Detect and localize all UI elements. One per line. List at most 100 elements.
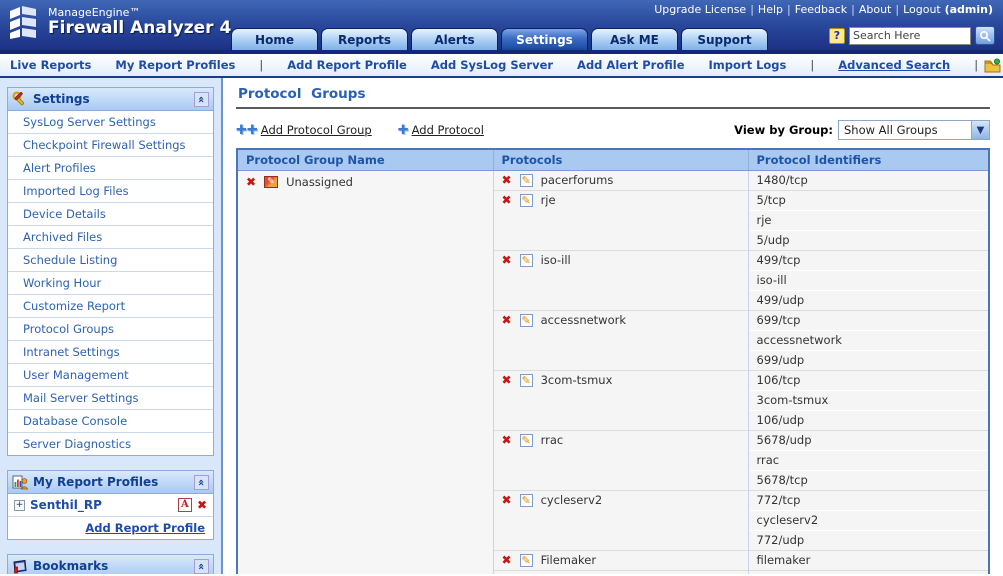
tab-reports[interactable]: Reports <box>321 28 408 50</box>
delete-protocol-icon[interactable]: ✖ <box>502 174 512 186</box>
subnav-add-report-profile[interactable]: Add Report Profile <box>287 58 407 72</box>
sidebar-item-mail-server-settings[interactable]: Mail Server Settings <box>8 386 213 409</box>
delete-protocol-icon[interactable]: ✖ <box>502 194 512 206</box>
sidebar-item-customize-report[interactable]: Customize Report <box>8 294 213 317</box>
sidebar-item-checkpoint-firewall-settings[interactable]: Checkpoint Firewall Settings <box>8 133 213 156</box>
delete-protocol-icon[interactable]: ✖ <box>502 374 512 386</box>
protocol-identifier: 106/udp <box>757 413 805 427</box>
mail-folder-icon[interactable] <box>984 58 1002 73</box>
delete-protocol-icon[interactable]: ✖ <box>502 554 512 566</box>
collapse-report-profiles-button[interactable]: « <box>194 475 209 490</box>
col-protocols: Protocols <box>493 150 748 171</box>
sidebar-item-user-management[interactable]: User Management <box>8 363 213 386</box>
double-plus-icon: ✚✚ <box>236 124 258 137</box>
protocol-cell: ✖✎accessnetwork <box>493 311 748 371</box>
protocol-identifier: 1480/tcp <box>757 173 808 187</box>
add-protocol-group-button[interactable]: ✚✚ Add Protocol Group <box>236 123 372 137</box>
delete-group-icon[interactable]: ✖ <box>246 176 256 188</box>
delete-protocol-icon[interactable]: ✖ <box>502 314 512 326</box>
protocol-identifier: 499/tcp <box>757 253 801 267</box>
header-link-logout[interactable]: Logout <box>903 3 941 16</box>
tab-support[interactable]: Support <box>681 28 768 50</box>
header-link-about[interactable]: About <box>859 3 892 16</box>
edit-protocol-icon[interactable]: ✎ <box>520 574 533 575</box>
subnav-add-alert-profile[interactable]: Add Alert Profile <box>577 58 684 72</box>
bookmarks-panel-header: Bookmarks « <box>8 555 213 574</box>
firewall-analyzer-page: ManageEngine™ Firewall Analyzer 4 Upgrad… <box>0 0 1003 574</box>
edit-group-icon[interactable]: ✎ <box>264 176 278 188</box>
header-link-help[interactable]: Help <box>758 3 783 16</box>
protocol-cell: ✖✎3com-tsmux <box>493 371 748 431</box>
sidebar-item-archived-files[interactable]: Archived Files <box>8 225 213 248</box>
subnav-add-syslog-server[interactable]: Add SysLog Server <box>431 58 553 72</box>
protocol-identifier-cell: 5/tcp <box>748 191 988 211</box>
tab-settings[interactable]: Settings <box>501 28 588 50</box>
collapse-bookmarks-button[interactable]: « <box>194 559 209 574</box>
header-link-feedback[interactable]: Feedback <box>795 3 847 16</box>
tab-alerts[interactable]: Alerts <box>411 28 498 50</box>
delete-protocol-icon[interactable]: ✖ <box>502 434 512 446</box>
delete-profile-icon[interactable]: ✖ <box>197 499 207 511</box>
search-input[interactable] <box>849 27 971 45</box>
settings-panel-header: Settings « <box>8 88 213 111</box>
subnav-live-reports[interactable]: Live Reports <box>10 58 91 72</box>
protocol-identifier-cell: accessnetwork <box>748 331 988 351</box>
pdf-icon[interactable] <box>178 498 192 512</box>
edit-protocol-icon[interactable]: ✎ <box>520 494 533 507</box>
subnav-import-logs[interactable]: Import Logs <box>709 58 787 72</box>
toolbar: ✚✚ Add Protocol Group ✚ Add Protocol Vie… <box>236 119 990 141</box>
sidebar-item-server-diagnostics[interactable]: Server Diagnostics <box>8 432 213 455</box>
sidebar-item-database-console[interactable]: Database Console <box>8 409 213 432</box>
settings-tools-icon <box>12 91 28 107</box>
delete-protocol-icon[interactable]: ✖ <box>502 254 512 266</box>
edit-protocol-icon[interactable]: ✎ <box>520 374 533 387</box>
edit-protocol-icon[interactable]: ✎ <box>520 434 533 447</box>
sidebar-item-alert-profiles[interactable]: Alert Profiles <box>8 156 213 179</box>
expand-profile-icon[interactable]: + <box>14 500 25 511</box>
protocol-identifier-cell: 699/udp <box>748 351 988 371</box>
sidebar-item-working-hour[interactable]: Working Hour <box>8 271 213 294</box>
delete-protocol-icon[interactable]: ✖ <box>502 494 512 506</box>
protocol-identifier-cell: 106/udp <box>748 411 988 431</box>
sidebar-item-schedule-listing[interactable]: Schedule Listing <box>8 248 213 271</box>
protocol-identifier: 106/tcp <box>757 373 801 387</box>
settings-panel: Settings « SysLog Server SettingsCheckpo… <box>7 87 214 456</box>
tab-ask-me[interactable]: Ask ME <box>591 28 678 50</box>
search-button[interactable] <box>975 26 995 45</box>
protocol-identifier-cell: 172/tcp <box>748 571 988 575</box>
protocol-identifier-cell: 5678/tcp <box>748 471 988 491</box>
app-logo: ManageEngine™ Firewall Analyzer 4 <box>6 3 231 41</box>
add-report-profile-link[interactable]: Add Report Profile <box>85 521 205 535</box>
main-panel: Protocol Groups ✚✚ Add Protocol Group ✚ … <box>223 78 1003 574</box>
add-report-profile-row: Add Report Profile <box>8 516 213 539</box>
help-icon[interactable]: ? <box>829 28 845 44</box>
protocol-identifier-cell: rje <box>748 211 988 231</box>
edit-protocol-icon[interactable]: ✎ <box>520 554 533 567</box>
plus-icon: ✚ <box>398 124 409 137</box>
protocol-identifier-cell: cycleserv2 <box>748 511 988 531</box>
edit-protocol-icon[interactable]: ✎ <box>520 174 533 187</box>
protocol-name: Filemaker <box>541 553 597 567</box>
edit-protocol-icon[interactable]: ✎ <box>520 194 533 207</box>
search-area: ? <box>829 26 995 45</box>
report-profile-name[interactable]: Senthil_RP <box>30 498 173 512</box>
protocol-identifier: iso-ill <box>757 273 787 287</box>
sidebar-item-protocol-groups[interactable]: Protocol Groups <box>8 317 213 340</box>
sidebar-item-intranet-settings[interactable]: Intranet Settings <box>8 340 213 363</box>
sidebar-item-device-details[interactable]: Device Details <box>8 202 213 225</box>
edit-protocol-icon[interactable]: ✎ <box>520 314 533 327</box>
view-by-group-select[interactable]: Show All Groups ▼ <box>838 120 990 140</box>
edit-protocol-icon[interactable]: ✎ <box>520 254 533 267</box>
header-link-upgrade-license[interactable]: Upgrade License <box>654 3 746 16</box>
subnav-advanced-search[interactable]: Advanced Search <box>838 58 950 72</box>
view-by-group-label: View by Group: <box>734 123 833 137</box>
subnav-my-report-profiles[interactable]: My Report Profiles <box>115 58 235 72</box>
protocol-cell: ✖✎rje <box>493 191 748 251</box>
add-protocol-button[interactable]: ✚ Add Protocol <box>398 123 484 137</box>
sidebar-item-syslog-server-settings[interactable]: SysLog Server Settings <box>8 111 213 133</box>
separator: | <box>259 58 263 72</box>
collapse-settings-button[interactable]: « <box>194 92 209 107</box>
protocol-identifier: 3com-tsmux <box>757 393 829 407</box>
tab-home[interactable]: Home <box>231 28 318 50</box>
sidebar-item-imported-log-files[interactable]: Imported Log Files <box>8 179 213 202</box>
